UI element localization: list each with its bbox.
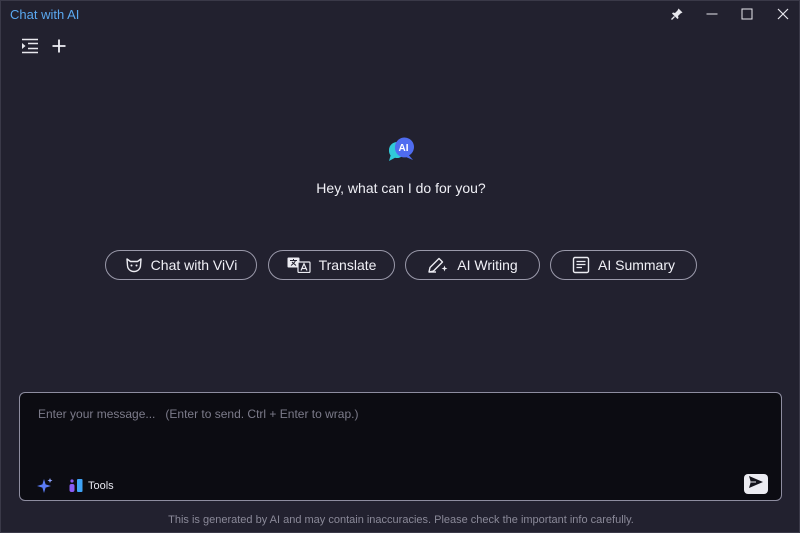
ai-logo-icon: AI (386, 136, 416, 164)
ai-summary-button[interactable]: AI Summary (550, 250, 697, 280)
translate-icon (287, 257, 311, 273)
chat-window: Chat with AI AI Hey, what can I do for y… (0, 0, 800, 533)
translate-button[interactable]: Translate (268, 250, 395, 280)
ai-sparkle-button[interactable] (36, 477, 54, 495)
close-icon (777, 8, 789, 20)
pin-icon (670, 7, 684, 21)
pen-sparkle-icon (427, 256, 449, 274)
plus-icon (51, 38, 67, 59)
chat-with-vivi-button[interactable]: Chat with ViVi (105, 250, 257, 280)
greeting-text: Hey, what can I do for you? (316, 180, 486, 196)
chip-label: AI Writing (457, 257, 518, 273)
tools-label: Tools (88, 480, 114, 492)
chip-label: Chat with ViVi (150, 257, 238, 273)
tools-button[interactable]: Tools (68, 477, 114, 495)
message-composer: Tools (19, 392, 782, 501)
message-input[interactable] (36, 405, 760, 459)
minimize-button[interactable] (694, 1, 730, 27)
title-bar[interactable]: Chat with AI (1, 1, 799, 27)
window-title: Chat with AI (10, 7, 80, 22)
ai-logo-text: AI (399, 143, 409, 154)
maximize-icon (741, 8, 753, 20)
document-lines-icon (572, 256, 590, 274)
close-button[interactable] (765, 1, 800, 27)
sidebar-toggle-button[interactable] (20, 38, 40, 58)
tools-icon (68, 477, 84, 496)
chip-label: AI Summary (597, 257, 675, 273)
ai-writing-button[interactable]: AI Writing (405, 250, 540, 280)
ai-disclaimer: This is generated by AI and may contain … (168, 514, 634, 526)
send-icon (748, 475, 764, 494)
sparkle-icon (36, 478, 54, 499)
send-button[interactable] (744, 474, 768, 494)
new-chat-button[interactable] (49, 38, 69, 58)
sidebar-toggle-icon (21, 38, 39, 59)
minimize-icon (706, 8, 718, 20)
chip-label: Translate (318, 257, 377, 273)
cat-icon (125, 257, 143, 273)
maximize-button[interactable] (729, 1, 765, 27)
pin-button[interactable] (659, 1, 695, 27)
